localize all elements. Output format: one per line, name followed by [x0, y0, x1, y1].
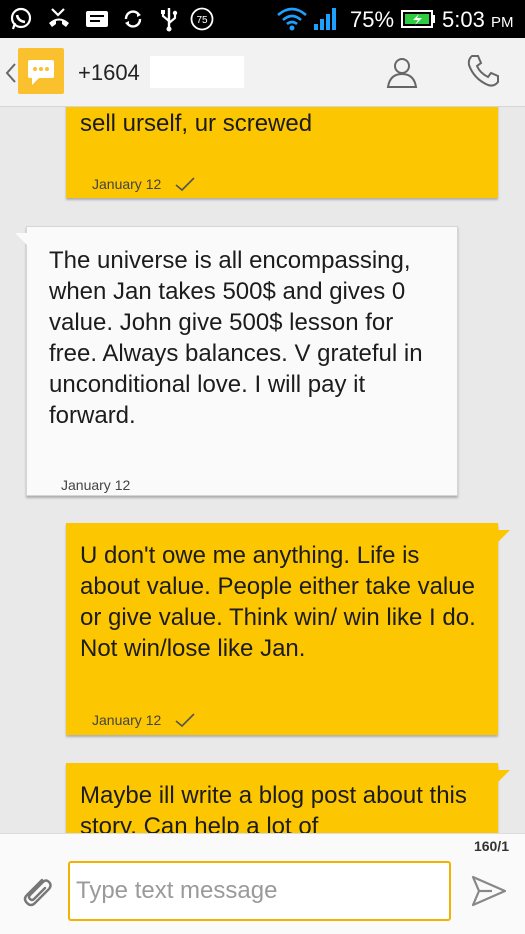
delivered-check-icon — [175, 713, 195, 728]
redacted-area — [150, 56, 244, 88]
battery-icon — [401, 10, 435, 28]
messaging-app-icon[interactable] — [18, 48, 64, 94]
message-date: January 12 — [92, 712, 162, 728]
message-list[interactable]: Persuasion and social skills. Can't sell… — [0, 107, 525, 833]
bubble-tail — [498, 198, 510, 210]
status-bar: 75 75% 5:03 PM — [0, 0, 525, 38]
contact-number: +1604 — [78, 60, 140, 85]
badge-value: 75 — [196, 15, 208, 26]
bubble-tail — [498, 770, 510, 782]
message-input[interactable] — [68, 861, 451, 921]
conversation-header: +1604 — [0, 38, 525, 107]
message-bubble-outgoing[interactable]: Maybe ill write a blog post about this s… — [66, 763, 498, 833]
message-date: January 12 — [92, 176, 162, 192]
usb-icon — [161, 8, 178, 32]
message-bubble-incoming[interactable]: The universe is all encompassing, when J… — [26, 226, 458, 496]
message-icon — [86, 11, 108, 27]
send-icon[interactable] — [470, 874, 508, 908]
battery-percent: 75% — [350, 7, 395, 32]
message-bubble-outgoing[interactable]: U don't owe me anything. Life is about v… — [66, 523, 498, 735]
bubble-tail — [498, 530, 510, 542]
message-text: U don't owe me anything. Life is about v… — [80, 542, 476, 662]
message-date: January 12 — [61, 477, 131, 493]
clock-time: 5:03 — [442, 7, 485, 32]
message-text: Persuasion and social skills. Can't sell… — [80, 110, 313, 137]
message-text: The universe is all encompassing, when J… — [49, 247, 423, 429]
missed-call-icon — [49, 8, 69, 27]
signal-icon — [314, 8, 336, 30]
message-text: Maybe ill write a blog post about this s… — [80, 782, 467, 833]
message-bubble-outgoing[interactable]: Persuasion and social skills. Can't sell… — [66, 107, 498, 198]
back-chevron-icon[interactable] — [4, 62, 18, 84]
sync-icon — [124, 10, 142, 28]
clock-suffix: PM — [490, 14, 514, 31]
phone-icon[interactable] — [464, 52, 502, 90]
clock: 5:03 PM — [442, 7, 513, 33]
delivered-check-icon — [175, 177, 195, 192]
add-contact-icon[interactable] — [384, 54, 420, 90]
bubble-tail — [15, 233, 27, 245]
battery-level-badge-icon: 75 — [190, 7, 214, 31]
attach-icon[interactable] — [16, 872, 56, 912]
whatsapp-icon — [10, 7, 32, 30]
wifi-icon — [277, 7, 307, 31]
character-counter: 160/1 — [473, 838, 509, 854]
compose-bar — [0, 833, 525, 934]
